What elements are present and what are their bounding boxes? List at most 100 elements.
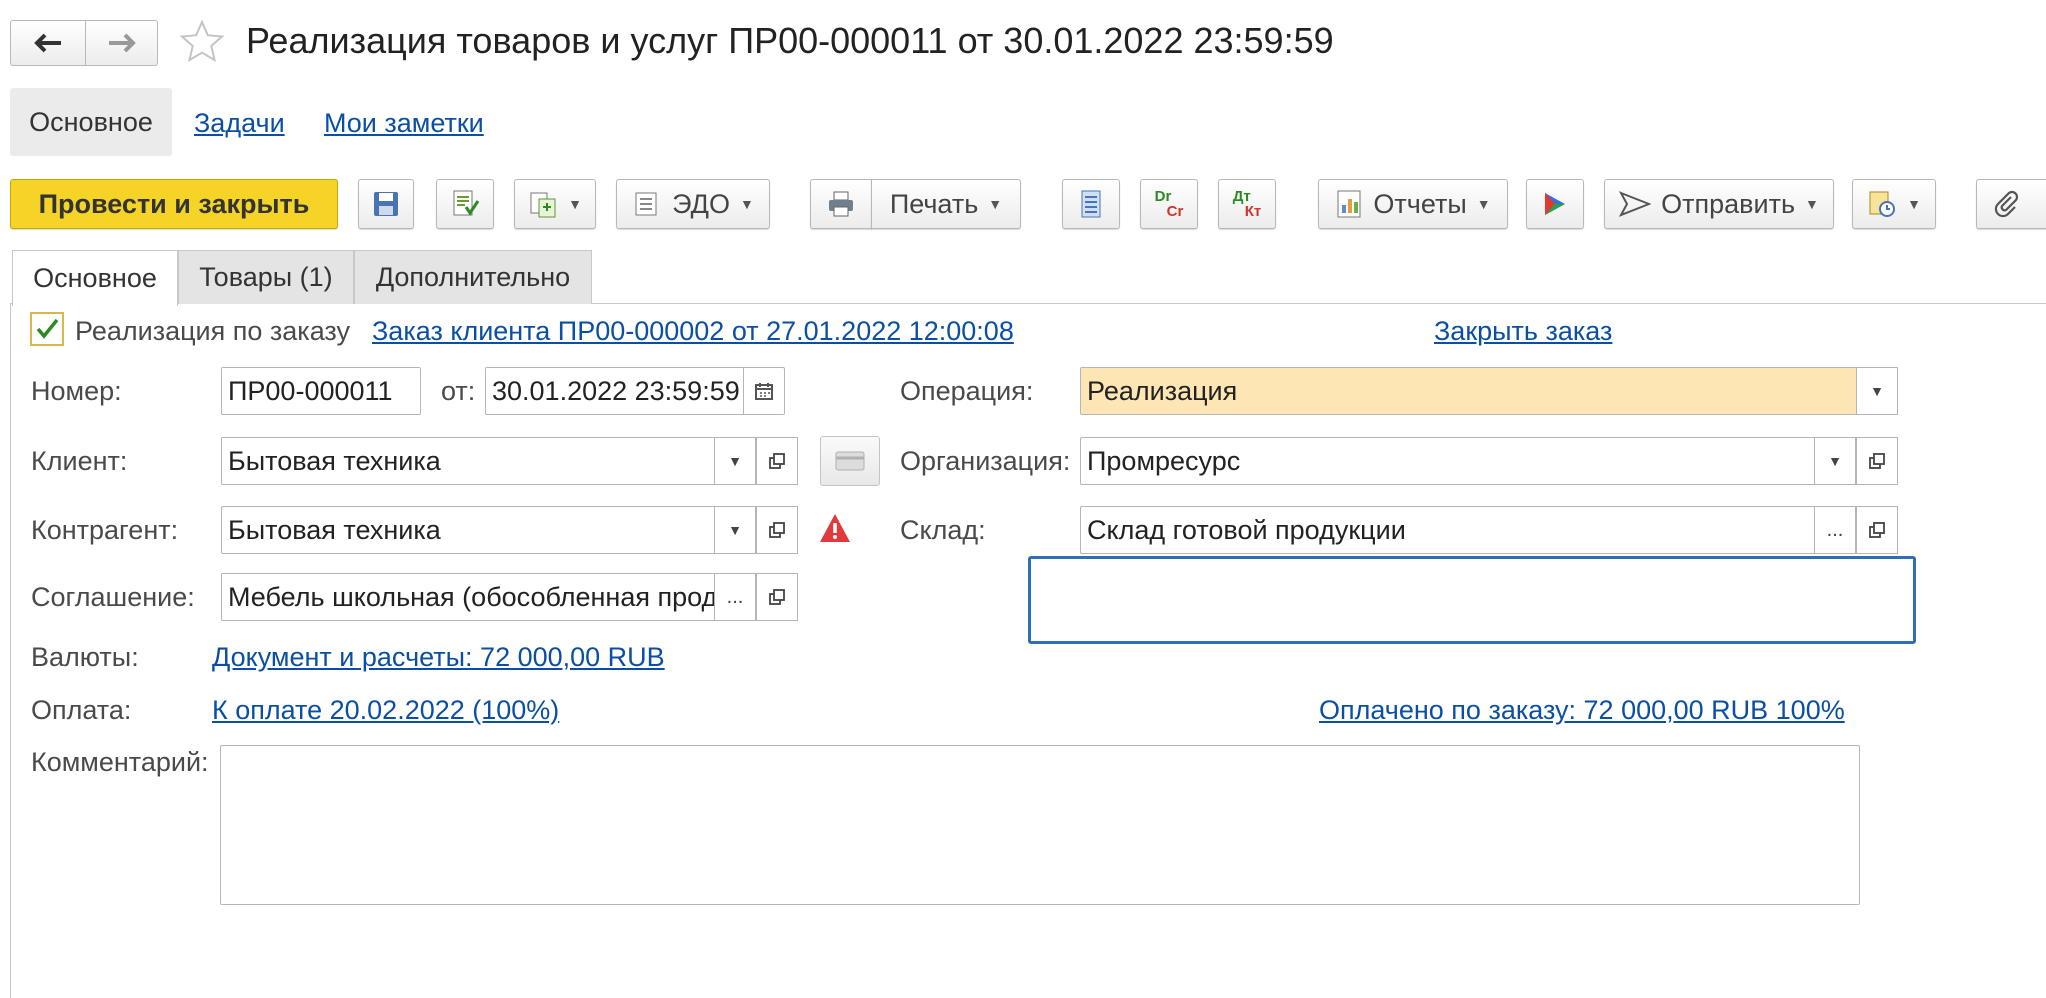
attachments-button[interactable] [1976,179,2046,229]
send-button[interactable]: Отправить ▼ [1604,179,1834,229]
calendar-button[interactable] [743,367,785,415]
operation-dropdown-button[interactable]: ▼ [1856,367,1898,415]
chevron-down-icon: ▼ [568,196,582,212]
order-checkbox-label: Реализация по заказу [75,316,350,346]
chevron-down-icon: ▼ [739,196,754,212]
tab-main-top[interactable]: Основное [10,88,172,156]
create-based-on-button[interactable]: ▼ [514,179,596,229]
star-icon[interactable] [178,18,226,71]
order-checkbox[interactable] [30,312,64,346]
ellipsis-icon: ... [726,585,744,608]
organization-field[interactable]: Промресурс [1080,437,1816,485]
tab-additional[interactable]: Дополнительно [354,250,592,304]
post-button[interactable] [436,179,494,229]
tab-notes[interactable]: Мои заметки [324,108,484,139]
warning-icon[interactable] [818,512,852,549]
edo-label: ЭДО [672,188,730,219]
back-button[interactable] [10,20,86,66]
tab-tasks[interactable]: Задачи [194,108,285,139]
chevron-down-icon: ▼ [1828,453,1842,469]
create-based-on-icon [530,192,556,218]
connect-edo-icon [1545,193,1565,215]
tab-goods[interactable]: Товары (1) [178,250,354,304]
organization-label: Организация: [900,446,1071,476]
agreement-field[interactable]: Мебель школьная (обособленная продажа) [221,573,717,621]
reports-button[interactable]: Отчеты ▼ [1318,179,1508,229]
client-dropdown-button[interactable]: ▼ [714,437,756,485]
client-open-button[interactable] [756,437,798,485]
order-link[interactable]: Заказ клиента ПР00-000002 от 27.01.2022 … [372,316,1014,347]
content-left-border [10,303,11,998]
open-form-icon [769,589,785,605]
payment-link[interactable]: К оплате 20.02.2022 (100%) [212,695,559,726]
open-form-icon [769,522,785,538]
arrow-left-icon [34,33,61,53]
dr-cr-icon: Dr Cr [1154,188,1184,220]
page-title: Реализация товаров и услуг ПР00-000011 о… [246,20,1334,61]
send-icon [1619,191,1652,217]
operation-field[interactable]: Реализация [1080,367,1858,415]
checkmark-icon [36,318,59,339]
payment-label: Оплата: [31,695,132,725]
chevron-down-icon: ▼ [728,522,742,538]
edo-button[interactable]: ЭДО ▼ [616,179,770,229]
counterparty-dropdown-button[interactable]: ▼ [714,506,756,554]
tab-main[interactable]: Основное [12,250,178,306]
dt-kt-icon: Дт Кт [1232,188,1262,220]
focus-frame [1028,556,1916,644]
organization-dropdown-button[interactable]: ▼ [1814,437,1856,485]
agreement-select-button[interactable]: ... [714,573,756,621]
paid-by-order-link[interactable]: Оплачено по заказу: 72 000,00 RUB 100% [1319,695,1845,726]
post-and-close-button[interactable]: Провести и закрыть [10,179,338,229]
organization-open-button[interactable] [1856,437,1898,485]
forward-button[interactable] [85,20,158,66]
number-field[interactable]: ПР00-000011 [221,367,421,415]
edo-connect-button[interactable] [1526,179,1584,229]
warehouse-select-button[interactable]: ... [1814,506,1856,554]
open-form-icon [769,453,785,469]
arrow-right-icon [108,33,136,53]
ellipsis-icon: ... [1826,518,1844,541]
dt-kt-button[interactable]: Дт Кт [1218,179,1276,229]
counterparty-label: Контрагент: [31,515,179,545]
card-icon [835,451,865,471]
warehouse-label: Склад: [900,515,986,545]
calendar-clock-icon [1869,191,1896,217]
print-label: Печать [889,188,979,219]
printer-icon [829,191,853,217]
structure-button[interactable] [1062,179,1120,229]
schedule-button[interactable]: ▼ [1852,179,1936,229]
date-field[interactable]: 30.01.2022 23:59:59 [485,367,745,415]
reports-label: Отчеты [1373,188,1467,219]
comment-textarea[interactable] [220,745,1860,905]
save-button[interactable] [358,179,414,229]
client-card-button[interactable] [820,436,880,486]
chevron-down-icon: ▼ [1870,383,1884,399]
currency-link[interactable]: Документ и расчеты: 72 000,00 RUB [212,642,665,673]
print-button[interactable]: Печать ▼ [871,179,1021,229]
agreement-open-button[interactable] [756,573,798,621]
client-field[interactable]: Бытовая техника [221,437,717,485]
comment-label: Комментарий: [31,747,209,777]
agreement-label: Соглашение: [31,582,195,612]
send-label: Отправить [1661,188,1796,219]
print-icon-button[interactable] [810,179,872,229]
operation-label: Операция: [900,376,1034,406]
warehouse-field[interactable]: Склад готовой продукции [1080,506,1816,554]
currency-label: Валюты: [31,642,139,672]
counterparty-open-button[interactable] [756,506,798,554]
chevron-down-icon: ▼ [728,453,742,469]
paperclip-icon [1994,190,2019,218]
document-structure-icon [1081,190,1101,218]
warehouse-open-button[interactable] [1856,506,1898,554]
open-form-icon [1869,453,1885,469]
chevron-down-icon: ▼ [1805,196,1819,212]
open-form-icon [1869,522,1885,538]
chevron-down-icon: ▼ [988,196,1003,212]
counterparty-field[interactable]: Бытовая техника [221,506,717,554]
edo-icon [635,192,657,216]
close-order-link[interactable]: Закрыть заказ [1434,316,1612,347]
client-label: Клиент: [31,446,128,476]
dr-cr-button[interactable]: Dr Cr [1140,179,1198,229]
chevron-down-icon: ▼ [1476,196,1491,212]
